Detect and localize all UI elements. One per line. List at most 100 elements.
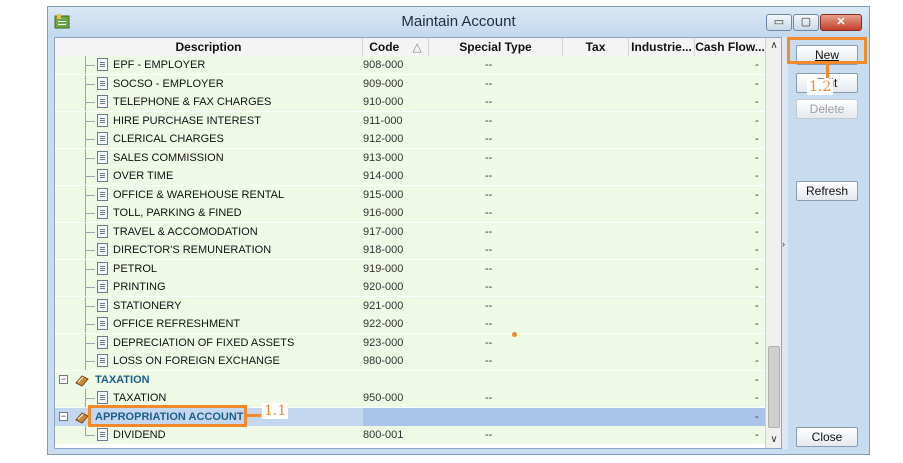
account-tree-grid[interactable]: Description Code △ Special Type Tax Indu… xyxy=(54,37,782,449)
action-panel: New Edit Delete Refresh Close xyxy=(790,37,865,449)
account-description: TOLL, PARKING & FINED xyxy=(113,207,242,219)
tree-branch xyxy=(85,65,95,66)
cash-flow-value: - xyxy=(755,336,759,349)
special-type-value: -- xyxy=(485,96,493,108)
account-code: 920-000 xyxy=(363,281,404,293)
tree-branch xyxy=(85,231,95,233)
special-type-value: -- xyxy=(485,225,493,238)
account-code: 980-000 xyxy=(363,355,404,367)
column-cash-flow[interactable]: Cash Flow... xyxy=(695,38,765,56)
scroll-up-icon[interactable]: ∧ xyxy=(766,38,781,54)
tree-branch xyxy=(85,157,95,159)
document-icon xyxy=(97,206,108,219)
table-row[interactable]: HIRE PURCHASE INTEREST 911-000 -- - xyxy=(55,111,765,130)
account-description: CLERICAL CHARGES xyxy=(113,133,224,145)
title-bar: Maintain Account ▭ ▢ ✕ xyxy=(48,7,869,37)
cash-flow-value: - xyxy=(755,262,759,275)
table-row[interactable]: TRAVEL & ACCOMODATION 917-000 -- - xyxy=(55,222,765,241)
table-row[interactable]: TELEPHONE & FAX CHARGES 910-000 -- - xyxy=(55,93,765,111)
table-row[interactable]: STATIONERY 921-000 -- - xyxy=(55,296,765,315)
special-type-value: -- xyxy=(485,244,493,256)
table-row[interactable]: SOCSO - EMPLOYER 909-000 -- - xyxy=(55,74,765,93)
table-row[interactable]: TOLL, PARKING & FINED 916-000 -- - xyxy=(55,204,765,222)
maximize-button[interactable]: ▢ xyxy=(793,14,819,31)
cash-flow-value: - xyxy=(755,355,759,367)
cash-flow-value: - xyxy=(755,299,759,312)
table-row[interactable]: OVER TIME 914-000 -- - xyxy=(55,167,765,185)
collapse-icon[interactable]: − xyxy=(59,411,68,421)
column-code[interactable]: Code △ xyxy=(363,38,429,56)
tree-branch xyxy=(85,361,95,362)
cash-flow-value: - xyxy=(755,96,759,108)
special-type-value: -- xyxy=(485,281,493,293)
table-row[interactable]: EPF - EMPLOYER 908-000 -- - xyxy=(55,56,765,74)
table-row[interactable]: PRINTING 920-000 -- - xyxy=(55,278,765,296)
table-row[interactable]: CLERICAL CHARGES 912-000 -- - xyxy=(55,130,765,148)
account-description: TELEPHONE & FAX CHARGES xyxy=(113,96,272,108)
table-row[interactable]: DIVIDEND 800-001 -- - xyxy=(55,426,765,444)
document-icon xyxy=(97,150,108,164)
account-code: 911-000 xyxy=(363,114,403,127)
account-description: DIVIDEND xyxy=(113,429,166,441)
table-row[interactable]: LOSS ON FOREIGN EXCHANGE 980-000 -- - xyxy=(55,352,765,370)
special-type-value: -- xyxy=(485,59,493,71)
refresh-button[interactable]: Refresh xyxy=(796,181,858,201)
panel-splitter[interactable]: › xyxy=(782,37,788,449)
table-row[interactable]: PETROL 919-000 -- - xyxy=(55,259,765,278)
vertical-scrollbar[interactable]: ∧ ∨ xyxy=(765,38,781,448)
account-code: 950-000 xyxy=(363,392,404,404)
special-type-value: -- xyxy=(485,207,493,219)
close-window-button[interactable]: ✕ xyxy=(820,14,862,31)
account-description: STATIONERY xyxy=(113,299,182,312)
document-icon xyxy=(97,132,108,145)
scroll-thumb[interactable] xyxy=(768,346,780,428)
tree-group-row[interactable]: − TAXATION - xyxy=(55,370,765,389)
account-description: OFFICE REFRESHMENT xyxy=(113,318,241,330)
tree-branch xyxy=(85,213,95,214)
account-description: SOCSO - EMPLOYER xyxy=(113,77,224,90)
table-row[interactable]: TAXATION 950-000 -- - xyxy=(55,389,765,407)
table-row[interactable]: DEPRECIATION OF FIXED ASSETS 923-000 -- - xyxy=(55,333,765,352)
collapse-icon[interactable]: − xyxy=(59,374,68,384)
account-code: 914-000 xyxy=(363,170,404,182)
account-description: PRINTING xyxy=(113,281,166,293)
step-1-1-callout: 1.1 xyxy=(262,403,289,419)
account-code: 916-000 xyxy=(363,207,404,219)
column-special-type[interactable]: Special Type xyxy=(429,38,563,56)
document-icon xyxy=(97,243,108,256)
column-tax[interactable]: Tax xyxy=(563,38,629,56)
account-code: 910-000 xyxy=(363,96,404,108)
cash-flow-value: - xyxy=(755,429,759,441)
special-type-value: -- xyxy=(485,429,493,441)
account-code: 800-001 xyxy=(363,429,404,441)
cash-flow-value: - xyxy=(755,77,759,90)
document-icon xyxy=(97,428,108,441)
cash-flow-value: - xyxy=(755,410,759,423)
account-description: TAXATION xyxy=(113,392,167,404)
table-row[interactable]: OFFICE & WAREHOUSE RENTAL 915-000 -- - xyxy=(55,185,765,204)
table-row[interactable]: OFFICE REFRESHMENT 922-000 -- - xyxy=(55,315,765,333)
column-description[interactable]: Description xyxy=(55,38,363,56)
scroll-down-icon[interactable]: ∨ xyxy=(766,432,781,448)
step-1-2-callout: 1.2 xyxy=(807,79,834,95)
close-button[interactable]: Close xyxy=(796,427,858,447)
document-icon xyxy=(97,298,108,312)
document-icon xyxy=(97,169,108,182)
minimize-button[interactable]: ▭ xyxy=(766,14,792,31)
special-type-value: -- xyxy=(485,299,493,312)
new-button[interactable]: New xyxy=(796,45,858,65)
account-description: LOSS ON FOREIGN EXCHANGE xyxy=(113,355,280,367)
table-row[interactable]: SALES COMMISSION 913-000 -- - xyxy=(55,148,765,167)
column-industries[interactable]: Industrie... xyxy=(629,38,695,56)
cash-flow-value: - xyxy=(755,170,759,182)
account-description: DEPRECIATION OF FIXED ASSETS xyxy=(113,336,295,349)
tree-branch xyxy=(85,83,95,85)
tree-branch xyxy=(85,194,95,196)
tree-group-row[interactable]: − APPROPRIATION ACCOUNT - xyxy=(55,407,765,426)
splitter-arrow-icon[interactable]: › xyxy=(782,239,785,249)
tree-branch xyxy=(85,120,95,122)
window-title: Maintain Account xyxy=(401,13,516,30)
table-row[interactable]: DIRECTOR'S REMUNERATION 918-000 -- - xyxy=(55,241,765,259)
document-icon xyxy=(97,391,108,404)
special-type-value: -- xyxy=(485,355,493,367)
